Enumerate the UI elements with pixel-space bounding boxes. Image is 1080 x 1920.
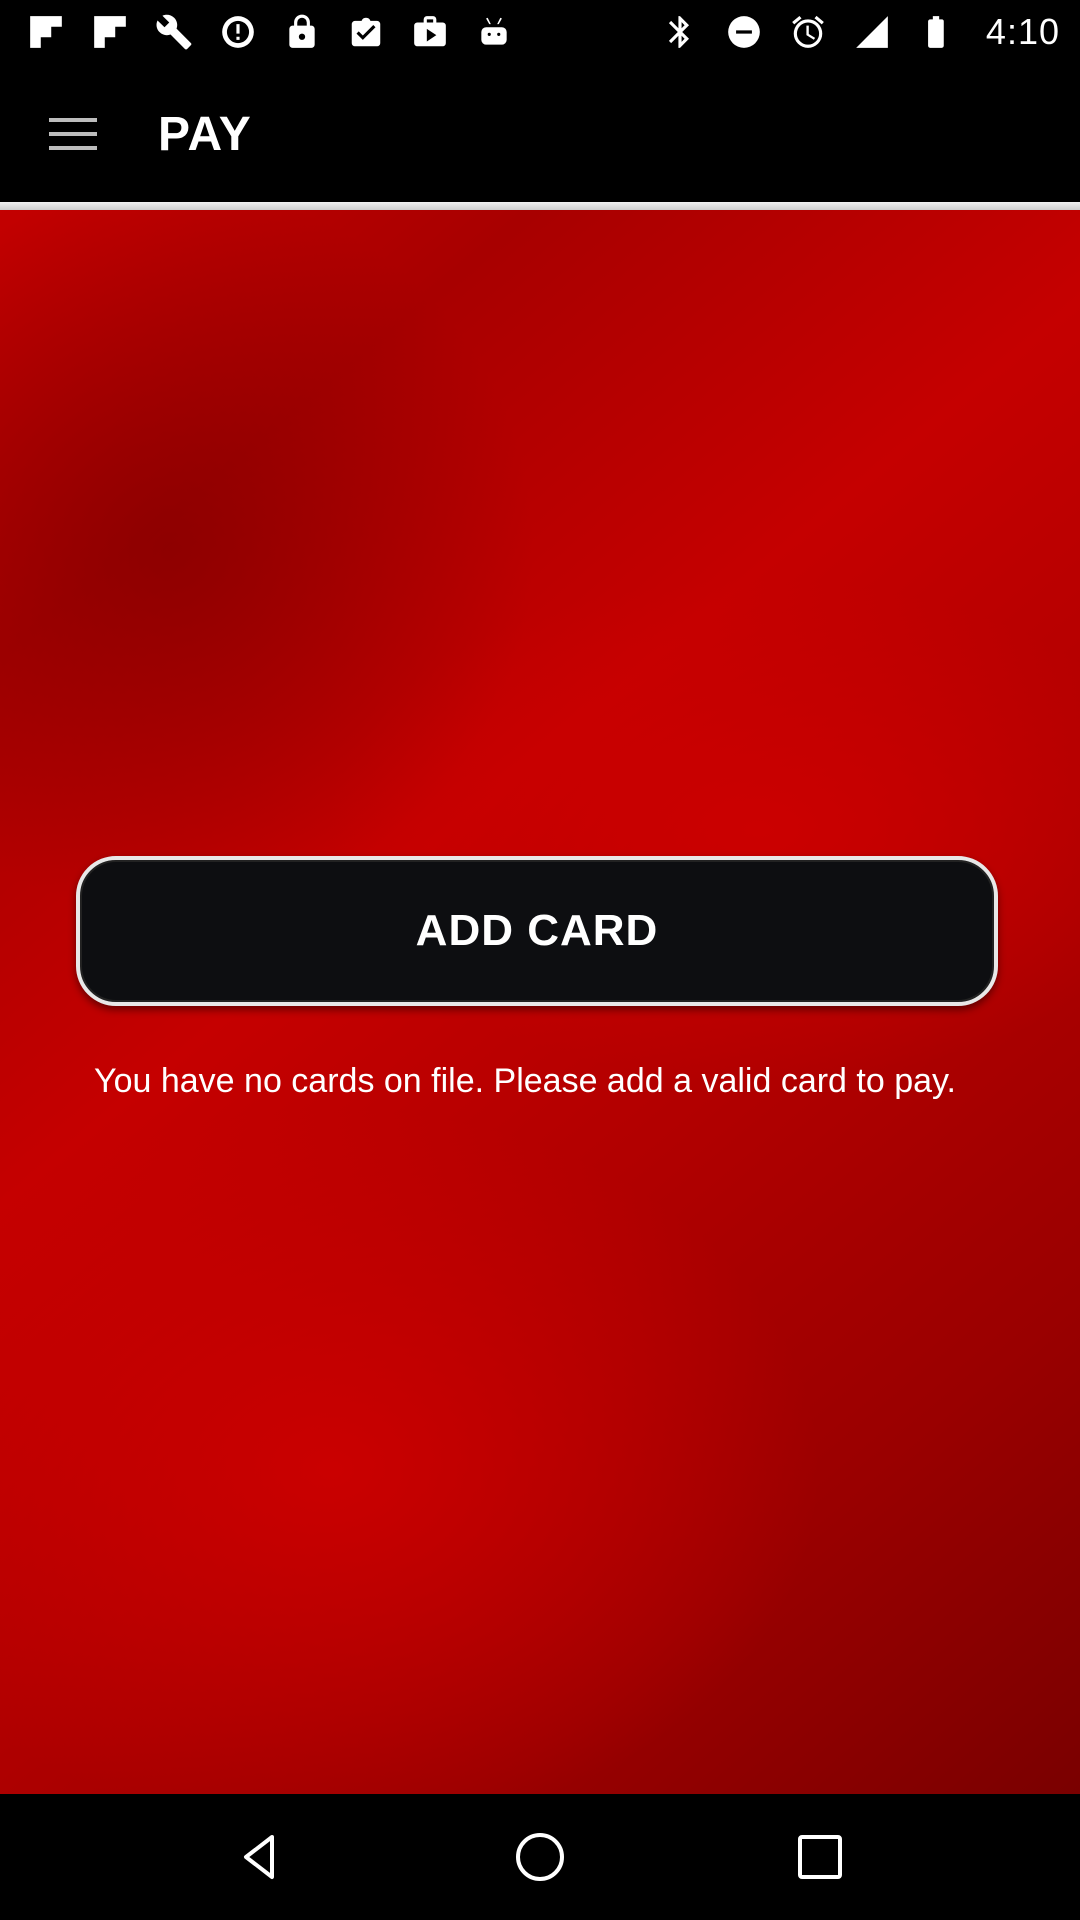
back-button[interactable]	[215, 1812, 305, 1902]
status-time: 4:10	[985, 11, 1060, 52]
bluetooth-icon	[660, 12, 700, 52]
menu-icon	[49, 118, 97, 150]
alarm-icon	[788, 12, 828, 52]
wrench-icon	[154, 12, 194, 52]
flipboard-icon	[26, 12, 66, 52]
back-icon	[244, 1835, 274, 1879]
status-bar: 4:10	[0, 0, 1080, 64]
recents-button[interactable]	[775, 1812, 865, 1902]
home-button[interactable]	[495, 1812, 585, 1902]
play-store-icon	[410, 12, 450, 52]
add-card-button[interactable]: ADD CARD	[76, 856, 998, 1006]
no-cards-message: You have no cards on file. Please add a …	[94, 1062, 956, 1100]
page-title: PAY	[158, 107, 252, 161]
menu-button[interactable]	[36, 97, 110, 171]
lock-icon	[282, 12, 322, 52]
app-bar: PAY	[0, 64, 1080, 204]
do-not-disturb-icon	[724, 12, 764, 52]
main-content: ADD CARD You have no cards on file. Plea…	[0, 210, 1080, 1794]
app-bar-divider	[0, 202, 1080, 210]
recents-icon	[798, 1835, 842, 1879]
status-left	[26, 12, 514, 52]
home-icon	[516, 1833, 564, 1881]
flipboard-icon	[90, 12, 130, 52]
screen: 4:10 PAY ADD CARD You have no cards on f…	[0, 0, 1080, 1920]
battery-icon	[916, 12, 956, 52]
clipboard-icon	[346, 12, 386, 52]
status-right: 4:10	[660, 11, 1060, 53]
nav-bar	[0, 1794, 1080, 1920]
signal-icon	[852, 12, 892, 52]
sync-icon	[218, 12, 258, 52]
android-icon	[474, 12, 514, 52]
